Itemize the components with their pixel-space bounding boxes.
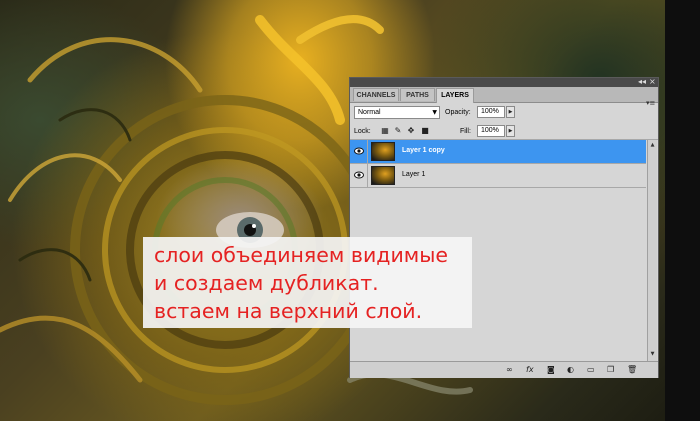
lock-image-pixels-icon[interactable]: ✎: [393, 126, 403, 136]
link-layers-icon[interactable]: ∞: [506, 365, 513, 375]
lock-position-icon[interactable]: ✥: [406, 126, 416, 136]
instruction-note: слои объединяем видимые и создаем дублик…: [143, 237, 472, 328]
scroll-up-icon[interactable]: ▲: [648, 141, 657, 150]
fill-field[interactable]: 100%: [477, 125, 505, 137]
layers-panel: ◂◂ × CHANNELS PATHS LAYERS ▾≡ Normal ▼ O…: [349, 77, 659, 378]
fill-slider-toggle[interactable]: ▶: [506, 125, 515, 137]
tab-layers[interactable]: LAYERS: [436, 88, 474, 103]
panel-tabs: CHANNELS PATHS LAYERS ▾≡: [350, 87, 658, 107]
layer-style-fx-icon[interactable]: fx: [526, 365, 534, 375]
collapse-icon[interactable]: ◂◂: [638, 77, 646, 86]
visibility-toggle[interactable]: [350, 164, 368, 187]
eye-icon: [354, 171, 364, 179]
lock-all-icon[interactable]: ■: [420, 126, 430, 136]
lock-label: Lock:: [354, 128, 371, 135]
lock-row: Lock: ▦ ✎ ✥ ■ Fill: 100% ▶: [350, 123, 658, 140]
visibility-toggle[interactable]: [350, 140, 368, 163]
blend-row: Normal ▼ Opacity: 100% ▶: [350, 104, 658, 122]
layers-bottom-toolbar: ∞ fx ◙ ◐ ▭ ❐ 🗑: [350, 361, 658, 378]
canvas-dark-edge: [665, 0, 700, 421]
new-layer-icon[interactable]: ❐: [607, 365, 614, 375]
opacity-label: Opacity:: [445, 109, 471, 116]
blend-mode-select[interactable]: Normal ▼: [354, 106, 440, 119]
opacity-slider-toggle[interactable]: ▶: [506, 106, 515, 118]
eye-icon: [354, 147, 364, 155]
layer-name: Layer 1: [402, 171, 426, 178]
close-icon[interactable]: ×: [649, 77, 656, 86]
opacity-field[interactable]: 100%: [477, 106, 505, 118]
delete-layer-icon[interactable]: 🗑: [627, 365, 637, 375]
layer-row-layer-1-copy[interactable]: Layer 1 copy: [350, 140, 646, 164]
instruction-line-2: и создаем дубликат.: [154, 271, 379, 295]
tab-channels[interactable]: CHANNELS: [353, 88, 399, 101]
panel-titlebar[interactable]: ◂◂ ×: [350, 77, 658, 87]
layer-thumbnail: [371, 166, 395, 185]
instruction-line-3: встаем на верхний слой.: [154, 299, 423, 323]
add-mask-icon[interactable]: ◙: [547, 365, 555, 375]
layer-row-layer-1[interactable]: Layer 1: [350, 164, 646, 188]
layer-name: Layer 1 copy: [402, 147, 445, 154]
chevron-down-icon: ▼: [432, 109, 437, 116]
new-group-icon[interactable]: ▭: [587, 365, 595, 375]
adjustment-layer-icon[interactable]: ◐: [567, 365, 574, 375]
lock-transparent-pixels-icon[interactable]: ▦: [380, 126, 390, 136]
instruction-line-1: слои объединяем видимые: [154, 243, 449, 267]
layer-thumbnail: [371, 142, 395, 161]
layers-scrollbar[interactable]: ▲ ▼: [647, 140, 657, 361]
tab-paths[interactable]: PATHS: [400, 88, 435, 101]
blend-mode-value: Normal: [358, 109, 381, 116]
fill-label: Fill:: [460, 128, 471, 135]
scroll-down-icon[interactable]: ▼: [648, 350, 657, 359]
